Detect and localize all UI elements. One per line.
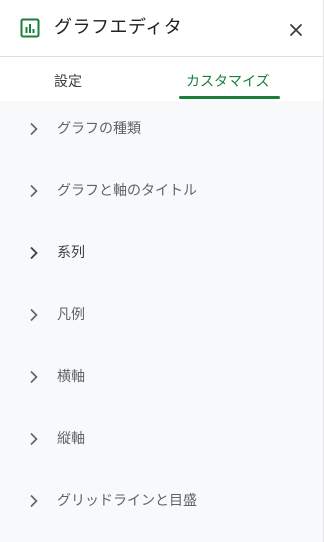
- chevron-right-icon: [30, 308, 38, 322]
- chevron-right-icon: [30, 432, 38, 446]
- section-vertical-axis[interactable]: 縦軸: [0, 411, 323, 467]
- section-legend[interactable]: 凡例: [0, 287, 323, 343]
- section-label: グリッドラインと目盛: [57, 493, 197, 509]
- section-label: グラフの種類: [57, 121, 141, 137]
- chevron-right-icon: [30, 370, 38, 384]
- section-label: 凡例: [57, 307, 85, 323]
- close-icon[interactable]: [286, 20, 306, 40]
- tab-setup[interactable]: 設定: [54, 73, 82, 91]
- section-series[interactable]: 系列: [0, 225, 323, 281]
- panel-title: グラフエディタ: [54, 17, 183, 38]
- chevron-right-icon: [30, 184, 38, 198]
- editor-tabs: 設定 カスタマイズ: [0, 57, 323, 101]
- tab-customize[interactable]: カスタマイズ: [186, 73, 270, 91]
- section-label: 縦軸: [57, 431, 85, 447]
- section-label: 横軸: [57, 369, 85, 385]
- section-label: 系列: [57, 245, 85, 261]
- chevron-right-icon: [30, 246, 38, 260]
- active-tab-indicator: [179, 96, 280, 99]
- section-gridlines-ticks[interactable]: グリッドラインと目盛: [0, 473, 323, 529]
- section-chart-axis-titles[interactable]: グラフと軸のタイトル: [0, 163, 323, 219]
- section-label: グラフと軸のタイトル: [57, 183, 197, 199]
- section-horizontal-axis[interactable]: 横軸: [0, 349, 323, 405]
- chevron-right-icon: [30, 494, 38, 508]
- chart-editor-panel: グラフエディタ 設定 カスタマイズ グラフの種類 グラフと軸のタイトル 系列 凡…: [0, 0, 324, 542]
- customize-section-list: グラフの種類 グラフと軸のタイトル 系列 凡例 横軸 縦軸 グリッドラインと目盛: [0, 101, 323, 542]
- panel-header: グラフエディタ: [0, 0, 323, 57]
- chevron-right-icon: [30, 122, 38, 136]
- bar-chart-icon: [20, 18, 40, 38]
- section-chart-type[interactable]: グラフの種類: [0, 101, 323, 157]
